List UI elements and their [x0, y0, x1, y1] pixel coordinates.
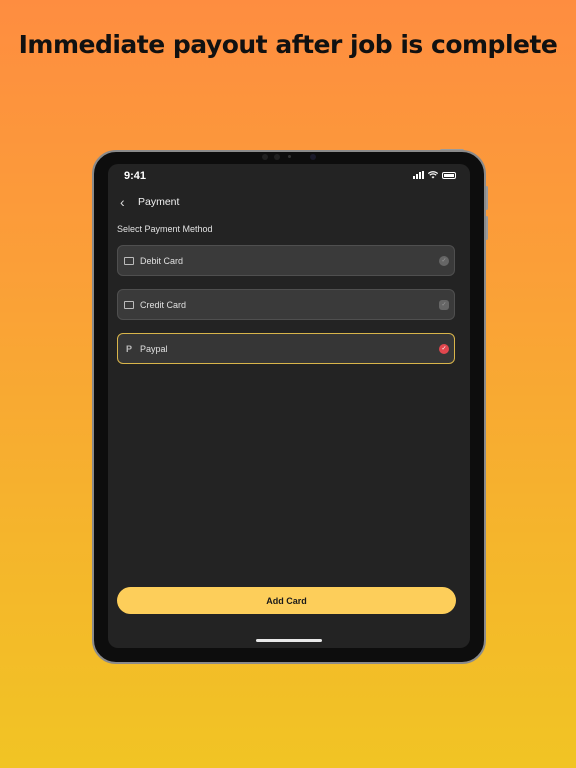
- payment-option-debit-card[interactable]: Debit Card ✓: [117, 245, 455, 276]
- card-icon: [124, 300, 134, 309]
- radio-selected-icon[interactable]: ✓: [439, 343, 449, 354]
- paypal-icon: P: [125, 343, 132, 354]
- payment-option-credit-card[interactable]: Credit Card ✓: [117, 289, 455, 320]
- battery-icon: [442, 171, 456, 179]
- radio-unselected-icon[interactable]: ✓: [439, 299, 449, 310]
- status-bar: 9:41: [108, 164, 470, 188]
- status-icons: [413, 171, 456, 179]
- back-icon[interactable]: ‹: [120, 194, 130, 210]
- payment-option-paypal[interactable]: P Paypal ✓: [117, 333, 455, 364]
- payment-option-label: Credit Card: [140, 299, 187, 310]
- payment-option-label: Debit Card: [140, 255, 184, 266]
- payment-option-label: Paypal: [140, 343, 168, 354]
- status-time: 9:41: [124, 170, 147, 182]
- page-title: Payment: [138, 196, 180, 208]
- signal-icon: [413, 171, 424, 179]
- home-indicator[interactable]: [256, 639, 322, 642]
- nav-bar: ‹ Payment: [120, 194, 179, 210]
- card-icon: [124, 256, 134, 265]
- camera: [258, 153, 322, 161]
- add-card-button[interactable]: Add Card: [117, 587, 456, 614]
- radio-unselected-icon[interactable]: ✓: [439, 255, 449, 266]
- section-label: Select Payment Method: [117, 224, 213, 234]
- headline: Immediate payout after job is complete: [18, 30, 558, 59]
- app-screen: 9:41 ‹ Payment Select Payment Method Deb…: [108, 164, 470, 648]
- wifi-icon: [428, 171, 438, 179]
